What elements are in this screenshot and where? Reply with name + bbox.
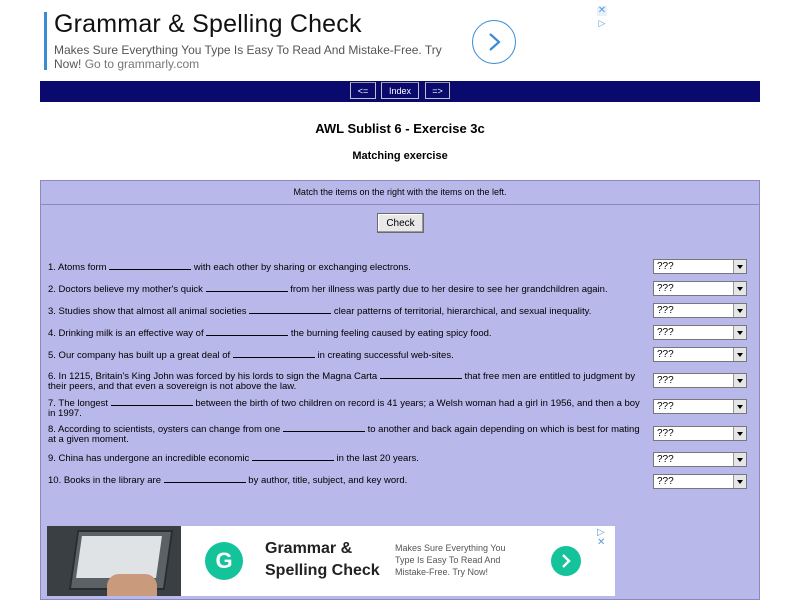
answer-select[interactable]: ??? [653, 373, 747, 388]
answer-blank [205, 283, 288, 292]
answer-select-value: ??? [657, 375, 674, 386]
question-text-after: in creating successful web-sites. [314, 350, 454, 361]
answer-select[interactable]: ??? [653, 325, 747, 340]
question-row: 6. In 1215, Britain's King John was forc… [48, 370, 648, 392]
ad-url[interactable]: Go to grammarly.com [85, 57, 199, 71]
question-text-before: 3. Studies show that almost all animal s… [48, 306, 250, 317]
answer-select[interactable]: ??? [653, 474, 747, 489]
ad-controls[interactable]: ✕ ▷ [597, 6, 609, 30]
chevron-down-icon[interactable] [733, 260, 746, 273]
chevron-down-icon[interactable] [733, 453, 746, 466]
ad-laptop-image[interactable] [47, 526, 181, 596]
hand-shape [107, 574, 157, 596]
ad-description: Makes Sure Everything You Type Is Easy T… [54, 43, 454, 71]
question-row: 9. China has undergone an incredible eco… [48, 452, 648, 464]
bottom-ad-title-line2: Spelling Check [265, 562, 380, 579]
answer-select[interactable]: ??? [653, 452, 747, 467]
laptop-screen [76, 536, 162, 578]
answer-select-value: ??? [657, 401, 674, 412]
question-text-after: the burning feeling caused by eating spi… [288, 328, 492, 339]
answer-select-value: ??? [657, 327, 674, 338]
adchoices-icon[interactable]: ▷ [597, 18, 607, 28]
answer-blank [110, 397, 193, 406]
question-text-after: with each other by sharing or exchanging… [191, 262, 411, 273]
answer-select-value: ??? [657, 428, 674, 439]
answer-select[interactable]: ??? [653, 281, 747, 296]
question-row: 2. Doctors believe my mother's quick fro… [48, 283, 648, 295]
bottom-ad-banner[interactable]: G Grammar & Spelling Check Makes Sure Ev… [47, 526, 615, 596]
answer-blank [282, 423, 365, 432]
chevron-down-icon[interactable] [733, 282, 746, 295]
bottom-ad-title[interactable]: Grammar & Spelling Check [265, 538, 380, 582]
answer-select-value: ??? [657, 305, 674, 316]
answer-select-value: ??? [657, 349, 674, 360]
prev-button[interactable]: <= [350, 82, 376, 99]
answer-blank [251, 452, 334, 461]
answer-blank [379, 370, 462, 379]
question-row: 3. Studies show that almost all animal s… [48, 305, 648, 317]
answer-blank [206, 327, 289, 336]
chevron-down-icon[interactable] [733, 475, 746, 488]
next-button[interactable]: => [425, 82, 450, 99]
ad-accent-bar [44, 12, 47, 70]
question-text-after: in the last 20 years. [333, 453, 419, 464]
chevron-right-icon [562, 554, 571, 568]
question-text-before: 9. China has undergone an incredible eco… [48, 453, 252, 464]
question-text-after: clear patterns of territorial, hierarchi… [331, 306, 592, 317]
answer-select-value: ??? [657, 454, 674, 465]
chevron-down-icon[interactable] [733, 304, 746, 317]
answer-select[interactable]: ??? [653, 426, 747, 441]
answer-select[interactable]: ??? [653, 303, 747, 318]
answer-select[interactable]: ??? [653, 259, 747, 274]
answer-blank [163, 474, 246, 483]
index-button[interactable]: Index [381, 82, 419, 99]
ad-title[interactable]: Grammar & Spelling Check [54, 10, 362, 39]
question-row: 8. According to scientists, oysters can … [48, 423, 648, 445]
question-text-before: 2. Doctors believe my mother's quick [48, 284, 206, 295]
question-row: 4. Drinking milk is an effective way of … [48, 327, 648, 339]
chevron-down-icon[interactable] [733, 326, 746, 339]
question-row: 5. Our company has built up a great deal… [48, 349, 648, 361]
bottom-ad-close-icon[interactable]: ▷ ✕ [597, 528, 615, 548]
question-text-after: by author, title, subject, and key word. [245, 475, 408, 486]
chevron-down-icon[interactable] [733, 400, 746, 413]
chevron-down-icon[interactable] [733, 348, 746, 361]
answer-blank [249, 305, 332, 314]
answer-blank [232, 349, 315, 358]
nav-bar: <= Index => [40, 81, 760, 102]
bottom-ad-go-button[interactable] [551, 546, 581, 576]
answer-select[interactable]: ??? [653, 399, 747, 414]
question-text-before: 5. Our company has built up a great deal… [48, 350, 233, 361]
question-text-before: 1. Atoms form [48, 262, 110, 273]
chevron-down-icon[interactable] [733, 427, 746, 440]
answer-select-value: ??? [657, 476, 674, 487]
question-text-before: 10. Books in the library are [48, 475, 164, 486]
bottom-ad-title-line1: Grammar & [265, 540, 353, 557]
question-row: 1. Atoms form with each other by sharing… [48, 261, 648, 273]
page-title: AWL Sublist 6 - Exercise 3c [315, 121, 485, 136]
answer-select-value: ??? [657, 283, 674, 294]
question-text-after: from her illness was partly due to her d… [287, 284, 608, 295]
ad-go-button[interactable] [472, 20, 516, 64]
exercise-panel: Match the items on the right with the it… [40, 180, 760, 600]
top-ad-banner[interactable]: Grammar & Spelling Check Makes Sure Ever… [44, 10, 524, 72]
chevron-down-icon[interactable] [733, 374, 746, 387]
answer-select[interactable]: ??? [653, 347, 747, 362]
page-subtitle: Matching exercise [352, 150, 448, 162]
grammarly-logo-icon[interactable]: G [205, 542, 243, 580]
question-row: 10. Books in the library are by author, … [48, 474, 648, 486]
ad-close-icon[interactable]: ✕ [597, 6, 607, 16]
bottom-ad-description: Makes Sure Everything You Type Is Easy T… [395, 543, 506, 577]
check-button[interactable]: Check [377, 213, 424, 233]
chevron-right-icon [489, 33, 501, 51]
answer-blank [109, 261, 192, 270]
instructions: Match the items on the right with the it… [41, 181, 759, 205]
answer-select-value: ??? [657, 261, 674, 272]
question-row: 7. The longest between the birth of two … [48, 397, 648, 419]
question-text-before: 4. Drinking milk is an effective way of [48, 328, 207, 339]
